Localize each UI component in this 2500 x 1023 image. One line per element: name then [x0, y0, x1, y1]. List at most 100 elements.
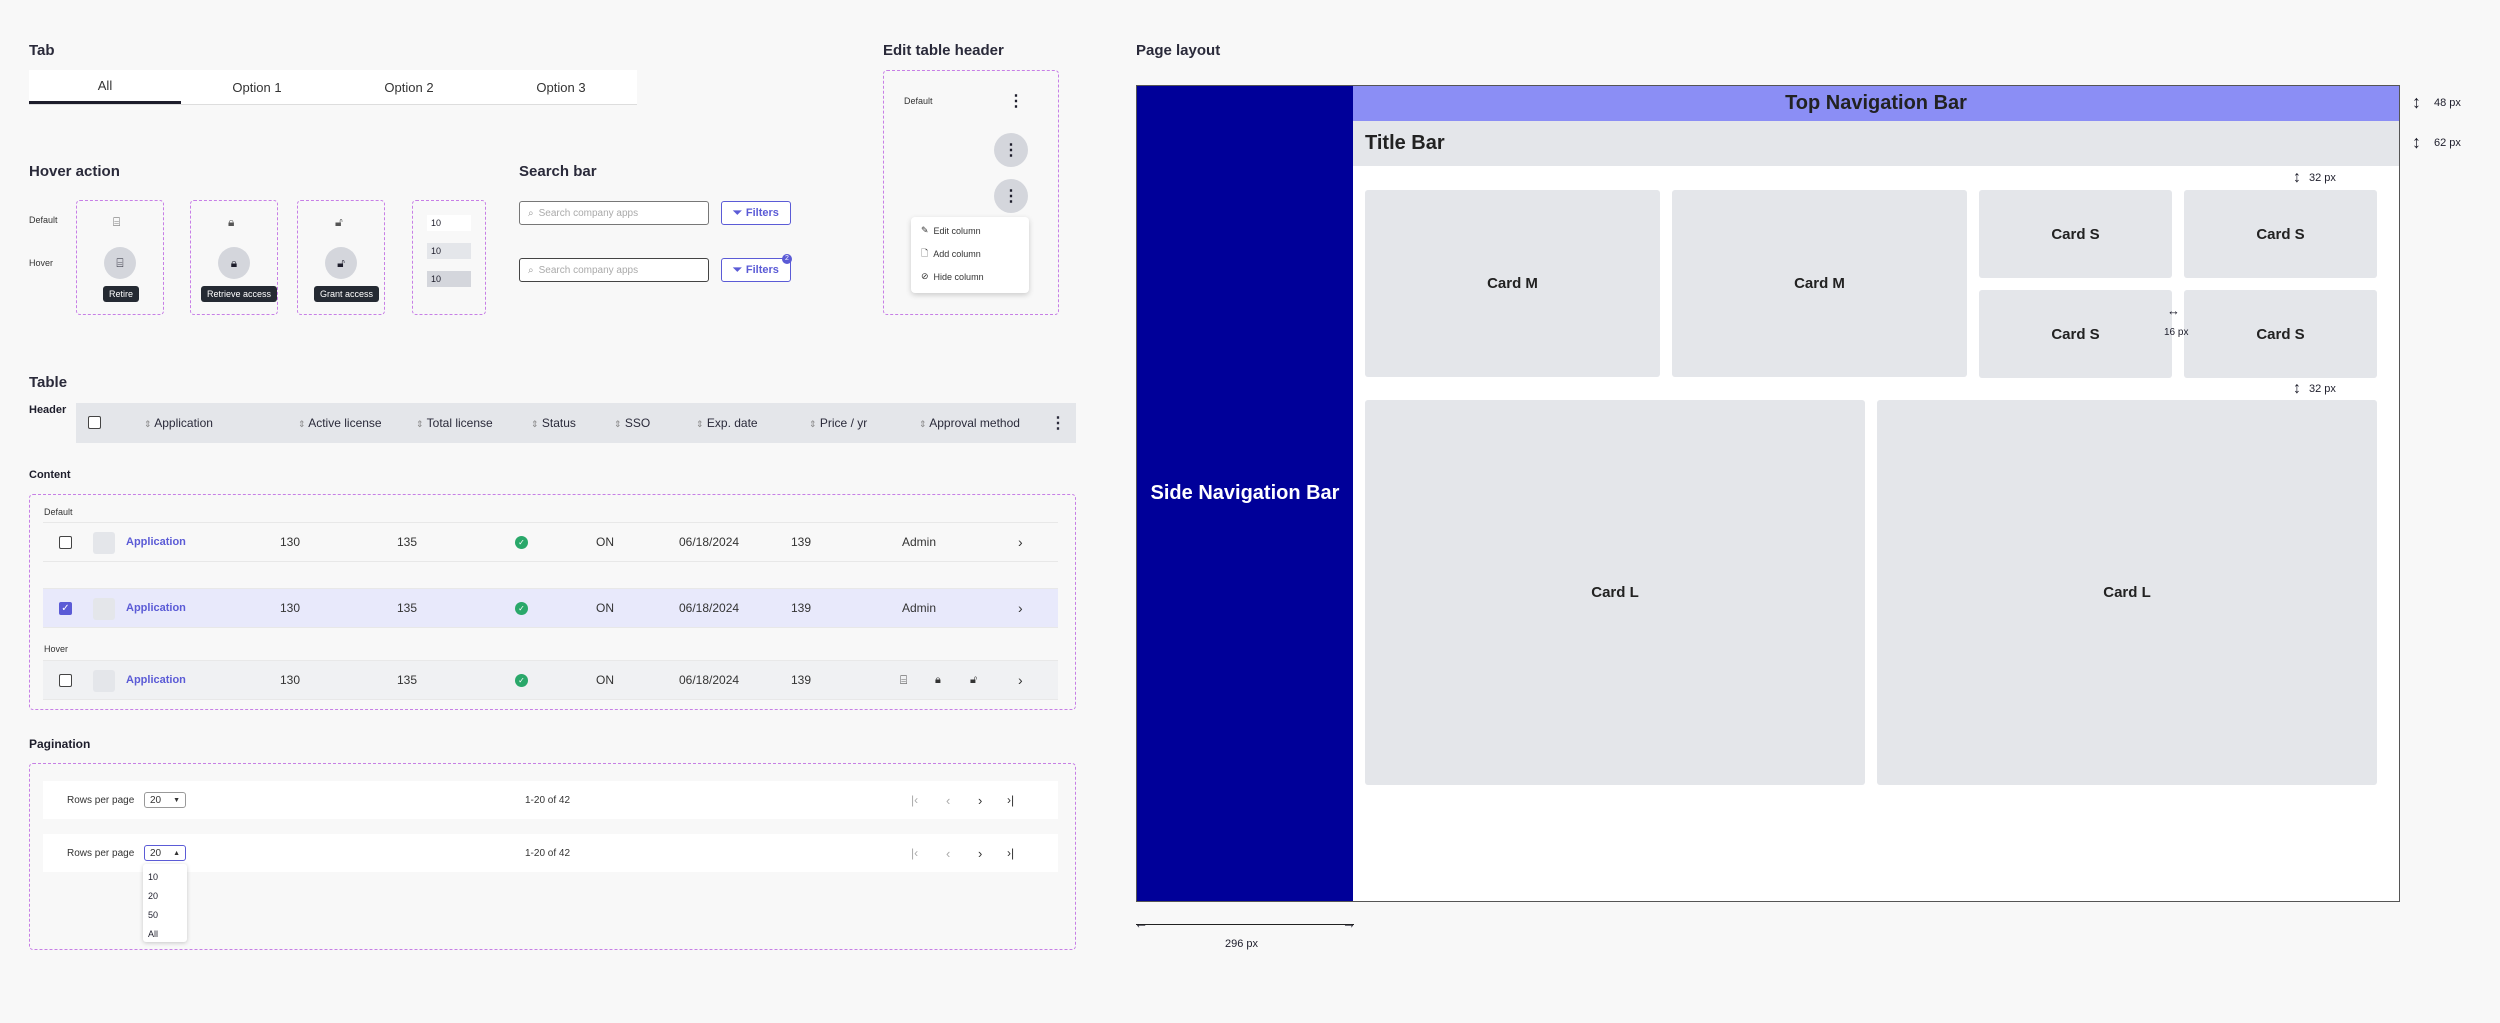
horizontal-dimension-line [1136, 924, 1354, 925]
last-page-icon[interactable]: ›| [1007, 846, 1014, 860]
column-header-application[interactable]: ⇕ Application [144, 416, 213, 430]
exp-date-cell: 06/18/2024 [679, 535, 740, 549]
filter-icon: ⏷ [733, 263, 742, 276]
check-circle-icon: ✓ [515, 602, 528, 615]
total-license-cell: 135 [397, 535, 418, 549]
side-nav-bar: Side Navigation Bar [1137, 86, 1353, 901]
add-file-icon: 🗋︎ [921, 247, 929, 258]
pagination-bar: Rows per page 20 ▼ 1-20 of 42 |‹ ‹ › ›| [43, 781, 1058, 819]
lock-icon[interactable]: 🔒︎ [218, 247, 250, 279]
edit-icon: ✎ [921, 225, 929, 235]
dropdown-option-50[interactable]: 50 [148, 906, 182, 925]
stepper-hover[interactable]: 10 [427, 243, 471, 259]
app-link[interactable]: Application [126, 536, 186, 548]
caret-down-icon: ▼ [173, 796, 180, 804]
row-checkbox[interactable] [59, 674, 72, 687]
app-link[interactable]: Application [126, 602, 186, 614]
kebab-menu-icon[interactable]: ⋮ [994, 133, 1028, 167]
pagination-demo: Rows per page 20 ▼ 1-20 of 42 |‹ ‹ › ›| R… [29, 763, 1076, 950]
dropdown-option-all[interactable]: All [148, 925, 182, 944]
unlock-icon[interactable]: 🔓︎ [325, 247, 357, 279]
prev-page-icon[interactable]: ‹ [946, 846, 950, 861]
add-column-label: Add column [933, 248, 981, 259]
rows-per-page-select-open[interactable]: 20 ▲ [144, 845, 186, 861]
hover-hover-label: Hover [29, 258, 54, 268]
column-header-approval[interactable]: ⇕ Approval method [919, 416, 1020, 430]
next-page-icon[interactable]: › [978, 793, 982, 808]
dropdown-option-10[interactable]: 10 [148, 868, 182, 887]
app-thumbnail [93, 670, 115, 692]
top-nav-bar: Top Navigation Bar [1353, 86, 2399, 121]
hide-column-item[interactable]: ⊘ Hide column [911, 265, 1029, 288]
dropdown-option-20[interactable]: 20 [148, 887, 182, 906]
sso-cell: ON [596, 601, 614, 615]
prev-page-icon[interactable]: ‹ [946, 793, 950, 808]
card-l: Card L [1877, 400, 2377, 785]
chevron-right-icon[interactable]: › [1018, 600, 1023, 616]
table-header-label: Header [29, 404, 67, 416]
tab-option-1[interactable]: Option 1 [181, 70, 333, 104]
tab-all[interactable]: All [29, 70, 181, 104]
kebab-menu-icon[interactable]: ⋮ [994, 179, 1028, 213]
archive-icon: ⌸ [113, 215, 121, 229]
card-s: Card S [2184, 190, 2377, 278]
column-header-total-license[interactable]: ⇕ Total license [416, 416, 493, 430]
kebab-menu-icon[interactable]: ⋮ [1050, 413, 1066, 433]
unlock-icon: 🔓︎ [335, 215, 343, 229]
chevron-right-icon[interactable]: › [1018, 534, 1023, 550]
lock-icon[interactable]: 🔒︎ [935, 674, 941, 687]
select-all-checkbox[interactable] [88, 416, 101, 429]
unlock-icon[interactable]: 🔓︎ [970, 674, 977, 687]
first-page-icon[interactable]: |‹ [911, 846, 918, 860]
archive-icon[interactable]: ⌸ [104, 247, 136, 279]
row-checkbox[interactable]: ✓ [59, 602, 72, 615]
kebab-menu-icon[interactable]: ⋮ [1008, 91, 1024, 111]
column-header-active-license[interactable]: ⇕ Active license [298, 416, 382, 430]
grant-tooltip: Grant access [314, 286, 380, 302]
table-content-label: Content [29, 469, 71, 481]
rows-per-page-label: Rows per page [67, 794, 135, 806]
archive-icon[interactable]: ⌸ [900, 673, 907, 688]
search-input[interactable]: ⌕ Search company apps [519, 201, 709, 225]
filters-button-active[interactable]: ⏷ Filters [721, 258, 791, 282]
filters-label: Filters [745, 207, 779, 219]
filters-button[interactable]: ⏷ Filters [721, 201, 791, 225]
table-row-hover[interactable]: Application 130 135 ✓ ON 06/18/2024 139 … [43, 660, 1058, 700]
search-input-focused[interactable]: ⌕ Search company apps [519, 258, 709, 282]
column-header-status[interactable]: ⇕ Status [531, 416, 576, 430]
last-page-icon[interactable]: ›| [1007, 793, 1014, 807]
app-thumbnail [93, 598, 115, 620]
rows-per-page-select[interactable]: 20 ▼ [144, 792, 186, 808]
edit-header-title: Edit table header [883, 42, 1004, 59]
row-checkbox[interactable] [59, 536, 72, 549]
hide-column-label: Hide column [933, 271, 984, 282]
content-hover-label: Hover [44, 644, 69, 654]
app-link[interactable]: Application [126, 674, 186, 686]
add-column-item[interactable]: 🗋︎ Add column [911, 242, 1029, 265]
stepper-active[interactable]: 10 [427, 271, 471, 287]
vertical-spacing-arrow-icon: ↕ [2293, 169, 2301, 186]
table-header: ⇕ Application ⇕ Active license ⇕ Total l… [76, 403, 1076, 443]
column-header-exp-date[interactable]: ⇕ Exp. date [696, 416, 758, 430]
rows-per-page-label: Rows per page [67, 847, 135, 859]
filter-icon: ⏷ [733, 206, 742, 219]
tab-bar: All Option 1 Option 2 Option 3 [29, 70, 637, 105]
arrow-left-icon: ← [1134, 915, 1148, 931]
column-header-price[interactable]: ⇕ Price / yr [809, 416, 867, 430]
table-row[interactable]: Application 130 135 ✓ ON 06/18/2024 139 … [43, 522, 1058, 562]
tab-option-3[interactable]: Option 3 [485, 70, 637, 104]
grant-action-demo: 🔓︎ 🔓︎ Grant access [297, 200, 385, 315]
retire-tooltip: Retire [103, 286, 140, 302]
page-range: 1-20 of 42 [525, 794, 571, 806]
content-default-label: Default [44, 507, 73, 517]
first-page-icon[interactable]: |‹ [911, 793, 918, 807]
column-header-sso[interactable]: ⇕ SSO [614, 416, 650, 430]
stepper-default[interactable]: 10 [427, 215, 471, 231]
table-row-selected[interactable]: ✓ Application 130 135 ✓ ON 06/18/2024 13… [43, 588, 1058, 628]
edit-header-default-label: Default [904, 96, 933, 106]
edit-column-item[interactable]: ✎ Edit column [911, 219, 1029, 242]
chevron-right-icon[interactable]: › [1018, 672, 1023, 688]
search-icon: ⌕ [528, 207, 534, 219]
tab-option-2[interactable]: Option 2 [333, 70, 485, 104]
next-page-icon[interactable]: › [978, 846, 982, 861]
